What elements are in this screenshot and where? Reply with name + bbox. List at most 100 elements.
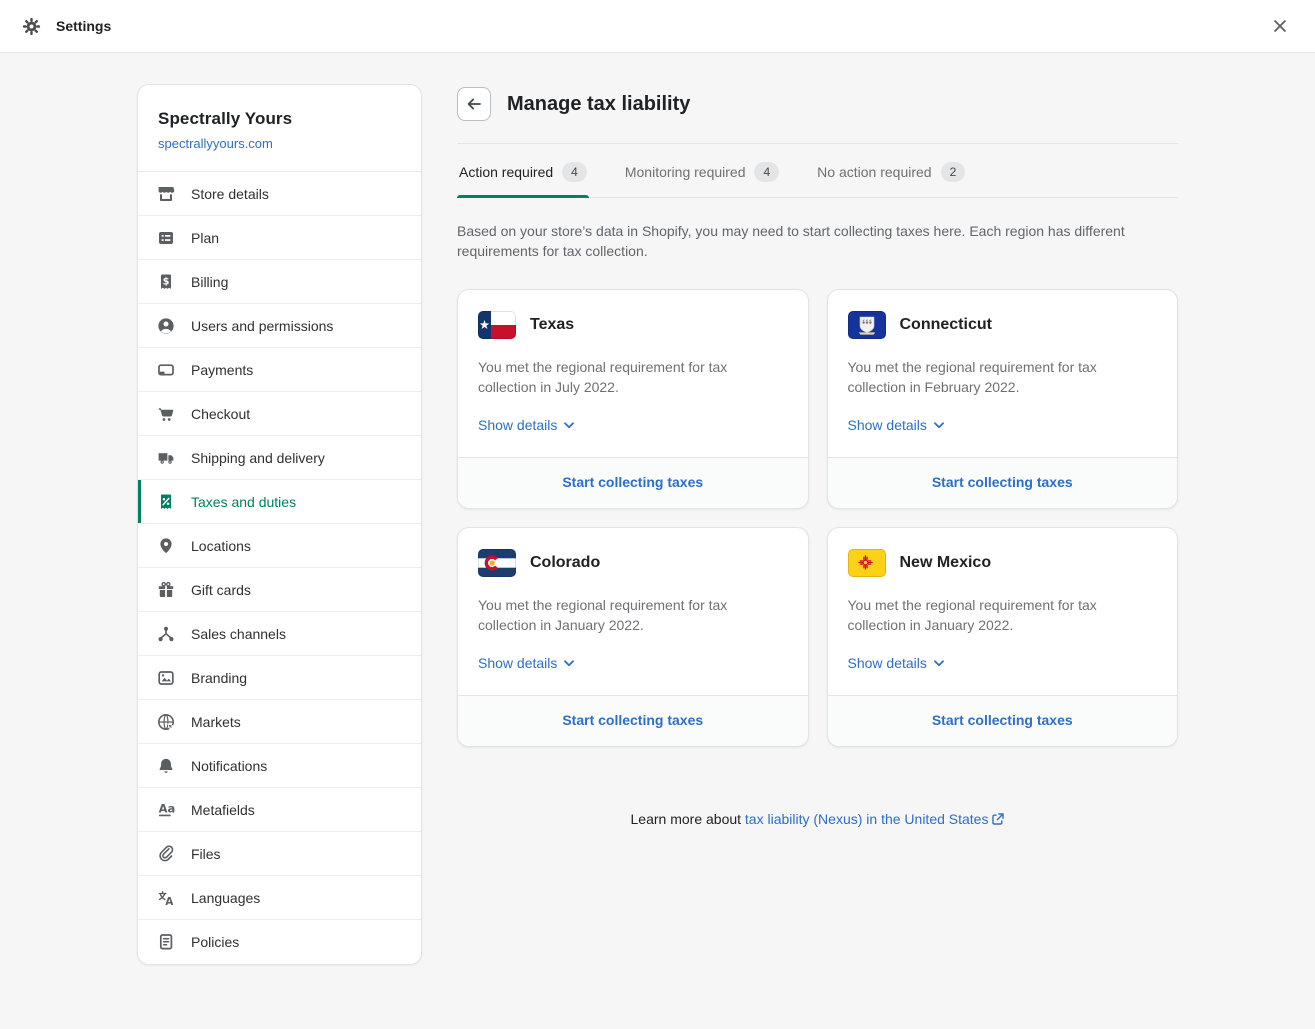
tax-liability-learn-more-link[interactable]: tax liability (Nexus) in the United Stat…: [745, 811, 1005, 827]
metafields-icon: Aa: [156, 800, 176, 820]
show-details-link[interactable]: Show details: [478, 417, 574, 433]
sidebar-item-label: Markets: [191, 714, 241, 730]
page-title: Manage tax liability: [507, 93, 690, 116]
sidebar-item-files[interactable]: Files: [138, 832, 421, 876]
sidebar-item-payments[interactable]: Payments: [138, 348, 421, 392]
sidebar-item-shipping-and-delivery[interactable]: Shipping and delivery: [138, 436, 421, 480]
connecticut-flag-icon: [848, 311, 886, 339]
sales-channels-icon: [156, 624, 176, 644]
svg-text:A: A: [165, 895, 174, 907]
start-collecting-taxes-button[interactable]: Start collecting taxes: [932, 474, 1073, 490]
region-requirement-text: You met the regional requirement for tax…: [478, 357, 768, 397]
sidebar-item-plan[interactable]: Plan: [138, 216, 421, 260]
gear-icon: [22, 17, 41, 36]
svg-text:Aa: Aa: [159, 801, 176, 815]
settings-layout: Spectrally Yours spectrallyyours.com Sto…: [137, 84, 1178, 1005]
texas-flag-icon: [478, 311, 516, 339]
new-mexico-flag-icon: [848, 549, 886, 577]
sidebar-item-label: Shipping and delivery: [191, 450, 325, 466]
sidebar-item-billing[interactable]: $ Billing: [138, 260, 421, 304]
learn-more-prefix: Learn more about: [631, 811, 745, 827]
plan-icon: [156, 228, 176, 248]
show-details-label: Show details: [848, 655, 927, 671]
checkout-cart-icon: [156, 404, 176, 424]
show-details-label: Show details: [478, 417, 557, 433]
sidebar-item-store-details[interactable]: Store details: [138, 172, 421, 216]
sidebar-item-label: Sales channels: [191, 626, 286, 642]
sidebar-item-locations[interactable]: Locations: [138, 524, 421, 568]
policies-icon: [156, 932, 176, 952]
tab-count-badge: 4: [754, 162, 779, 182]
region-card-texas: Texas You met the regional requirement f…: [457, 289, 809, 509]
sidebar-item-label: Payments: [191, 362, 253, 378]
tab-label: No action required: [817, 164, 931, 180]
sidebar-item-checkout[interactable]: Checkout: [138, 392, 421, 436]
payments-icon: [156, 360, 176, 380]
show-details-link[interactable]: Show details: [478, 655, 574, 671]
bell-icon: [156, 756, 176, 776]
sidebar-item-label: Metafields: [191, 802, 255, 818]
start-collecting-taxes-button[interactable]: Start collecting taxes: [562, 712, 703, 728]
region-card-colorado: Colorado You met the regional requiremen…: [457, 527, 809, 747]
learn-more-link-label: tax liability (Nexus) in the United Stat…: [745, 811, 989, 827]
region-name: Connecticut: [900, 316, 992, 334]
sidebar-item-languages[interactable]: A Languages: [138, 876, 421, 920]
sidebar-item-label: Notifications: [191, 758, 267, 774]
topbar: Settings: [0, 0, 1315, 53]
learn-more: Learn more about tax liability (Nexus) i…: [457, 811, 1178, 827]
sidebar-item-label: Languages: [191, 890, 260, 906]
card-footer: Start collecting taxes: [828, 695, 1178, 746]
sidebar-item-label: Taxes and duties: [191, 494, 296, 510]
shipping-truck-icon: [156, 448, 176, 468]
sidebar-item-label: Locations: [191, 538, 251, 554]
sidebar-item-notifications[interactable]: Notifications: [138, 744, 421, 788]
start-collecting-taxes-button[interactable]: Start collecting taxes: [562, 474, 703, 490]
store-header: Spectrally Yours spectrallyyours.com: [138, 85, 421, 172]
chevron-down-icon: [934, 422, 944, 429]
region-name: New Mexico: [900, 554, 992, 572]
tab-bar: Action required 4 Monitoring required 4 …: [457, 144, 1178, 198]
sidebar-item-label: Billing: [191, 274, 228, 290]
sidebar-item-gift-cards[interactable]: Gift cards: [138, 568, 421, 612]
globe-icon: [156, 712, 176, 732]
storefront-icon: [156, 184, 176, 204]
chevron-down-icon: [564, 660, 574, 667]
sidebar-item-label: Store details: [191, 186, 269, 202]
close-button[interactable]: [1267, 13, 1293, 39]
tab-count-badge: 4: [562, 162, 587, 182]
sidebar-item-label: Users and permissions: [191, 318, 333, 334]
sidebar-item-policies[interactable]: Policies: [138, 920, 421, 964]
region-card-new-mexico: New Mexico You met the regional requirem…: [827, 527, 1179, 747]
start-collecting-taxes-button[interactable]: Start collecting taxes: [932, 712, 1073, 728]
tab-action-required[interactable]: Action required 4: [457, 144, 589, 197]
tab-description: Based on your store’s data in Shopify, y…: [457, 221, 1172, 261]
gift-icon: [156, 580, 176, 600]
sidebar-item-label: Plan: [191, 230, 219, 246]
sidebar-item-taxes-and-duties[interactable]: Taxes and duties: [138, 480, 421, 524]
region-name: Colorado: [530, 554, 600, 572]
settings-title: Settings: [56, 18, 111, 34]
translate-icon: A: [156, 888, 176, 908]
billing-icon: $: [156, 272, 176, 292]
back-arrow-icon: [464, 94, 484, 114]
show-details-link[interactable]: Show details: [848, 417, 944, 433]
show-details-label: Show details: [848, 417, 927, 433]
region-requirement-text: You met the regional requirement for tax…: [478, 595, 768, 635]
tab-no-action-required[interactable]: No action required 2: [815, 144, 967, 197]
svg-text:$: $: [163, 276, 170, 287]
sidebar-item-users-and-permissions[interactable]: Users and permissions: [138, 304, 421, 348]
back-button[interactable]: [457, 87, 491, 121]
sidebar-item-sales-channels[interactable]: Sales channels: [138, 612, 421, 656]
location-pin-icon: [156, 536, 176, 556]
store-domain-link[interactable]: spectrallyyours.com: [158, 136, 273, 151]
show-details-label: Show details: [478, 655, 557, 671]
external-link-icon: [992, 813, 1004, 825]
sidebar-item-markets[interactable]: Markets: [138, 700, 421, 744]
sidebar-item-branding[interactable]: Branding: [138, 656, 421, 700]
region-name: Texas: [530, 316, 574, 334]
sidebar-item-metafields[interactable]: Aa Metafields: [138, 788, 421, 832]
show-details-link[interactable]: Show details: [848, 655, 944, 671]
colorado-flag-icon: [478, 549, 516, 577]
region-requirement-text: You met the regional requirement for tax…: [848, 357, 1138, 397]
tab-monitoring-required[interactable]: Monitoring required 4: [623, 144, 781, 197]
